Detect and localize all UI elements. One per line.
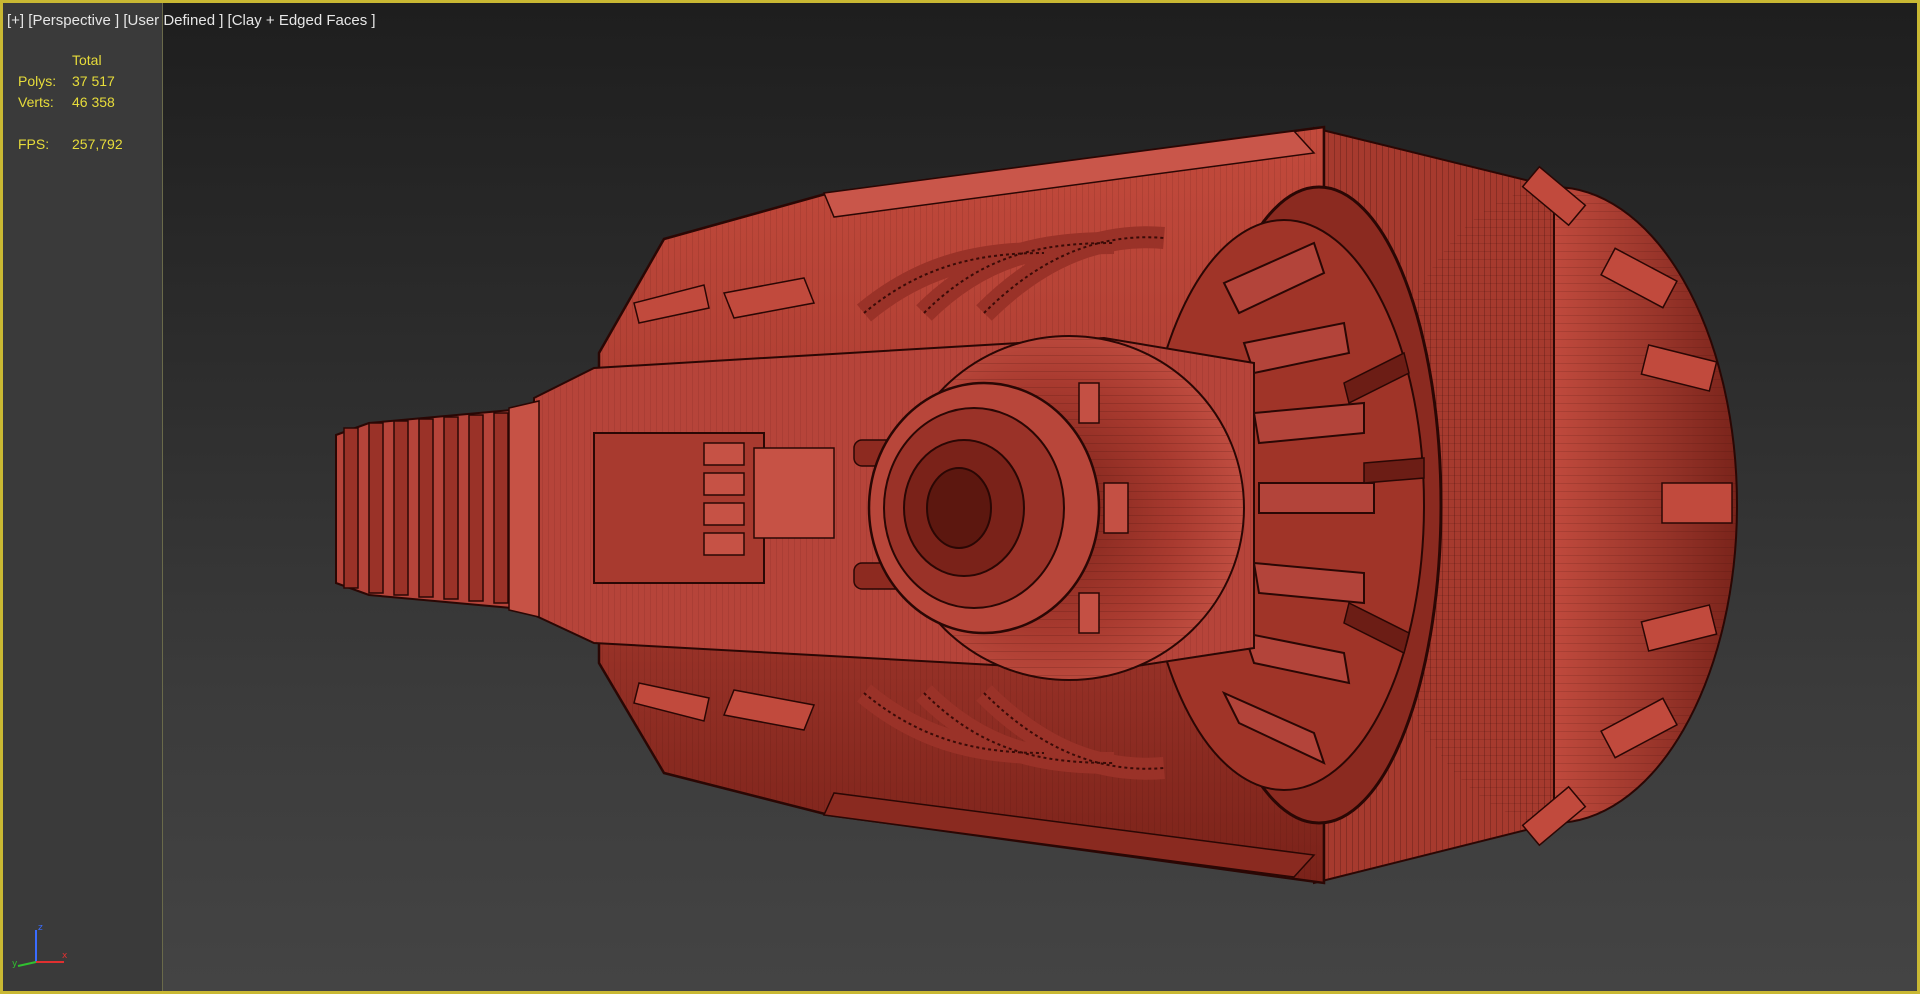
verts-label: Verts: [18, 94, 54, 110]
polys-label: Polys: [18, 73, 57, 89]
polys-value: 37 517 [72, 73, 115, 89]
viewport-label-bar: [+] [Perspective ] [User Defined ] [Clay… [7, 12, 376, 29]
shading-mode-button[interactable]: [Clay + Edged Faces ] [228, 12, 376, 29]
engine-model[interactable] [164, 3, 1917, 991]
fps-row: FPS: 257,792 [18, 134, 123, 155]
front-nozzle [335, 400, 540, 618]
scene-statistics: Total Polys: 37 517 Verts: 46 358 FPS: 2… [18, 50, 123, 155]
stats-header: Total [72, 52, 102, 68]
z-axis-label: z [38, 923, 43, 933]
x-axis-label: x [62, 951, 68, 961]
y-axis-label: y [12, 959, 18, 969]
user-defined-button[interactable]: [User Defined ] [123, 12, 223, 29]
stats-header-row: Total [18, 50, 123, 71]
view-type-button[interactable]: [Perspective ] [28, 12, 119, 29]
app-window: [+] [Perspective ] [User Defined ] [Clay… [0, 0, 1920, 994]
axis-gizmo-icon: z x y [12, 923, 68, 969]
viewport-menu-button[interactable]: [+] [7, 12, 24, 29]
verts-row: Verts: 46 358 [18, 92, 123, 113]
fps-label: FPS: [18, 136, 50, 152]
verts-value: 46 358 [72, 94, 115, 110]
fps-value: 257,792 [72, 136, 123, 152]
polys-row: Polys: 37 517 [18, 71, 123, 92]
